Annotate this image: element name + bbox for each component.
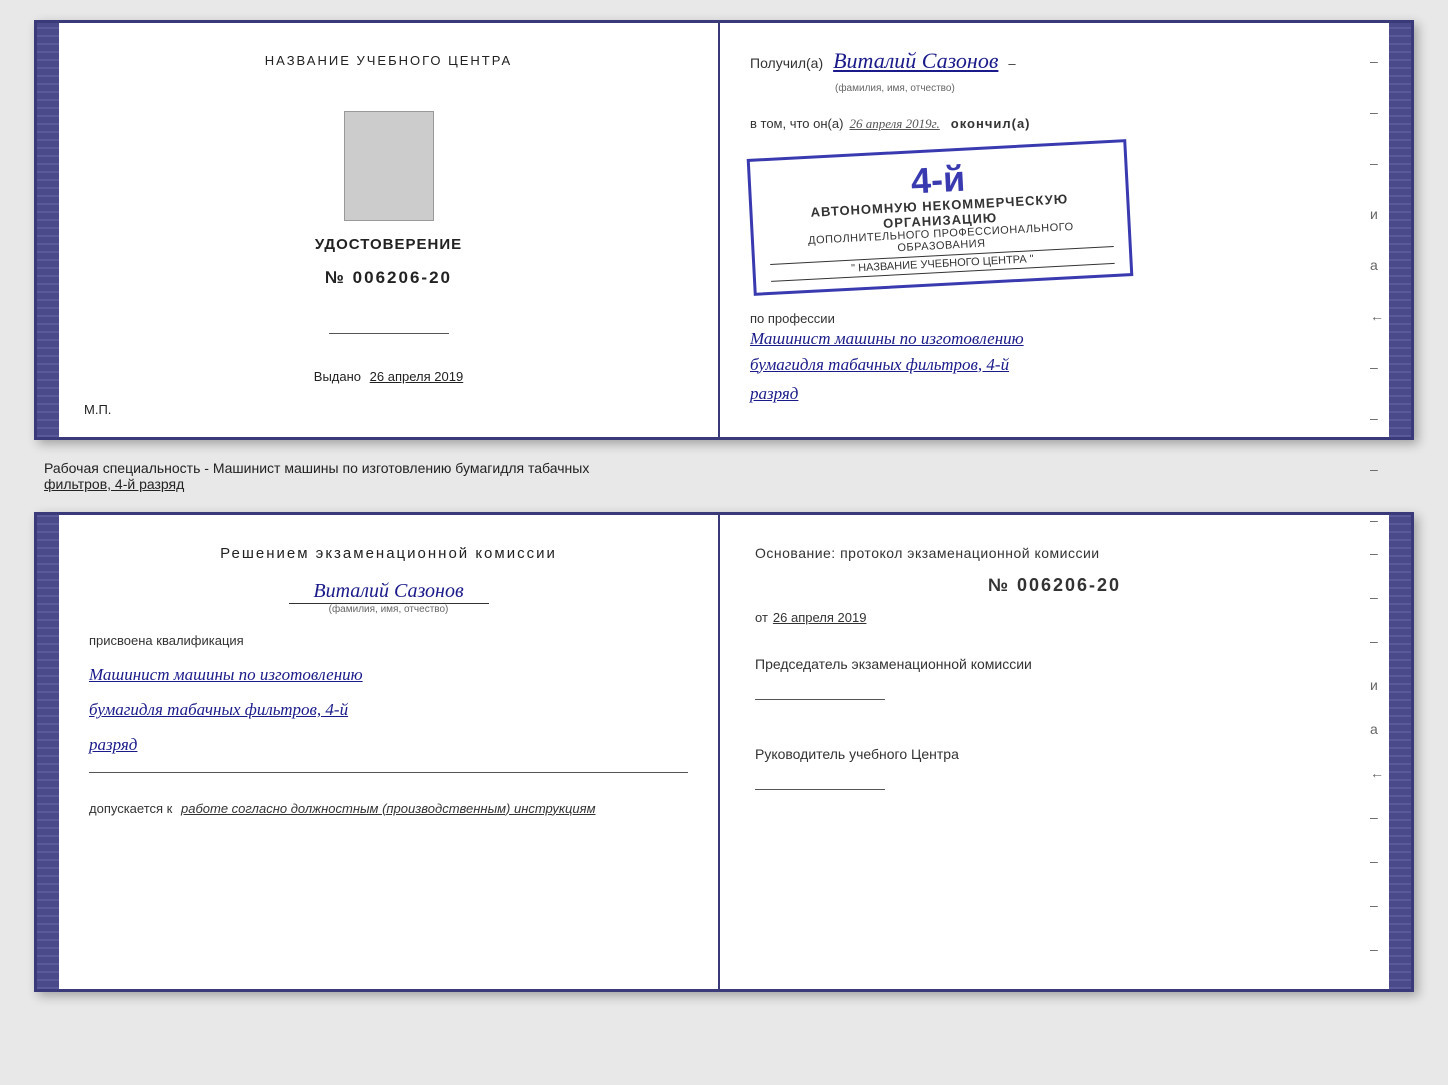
- spine-bottom-left: [37, 515, 59, 989]
- admitted-text: работе согласно должностным (производств…: [181, 801, 596, 816]
- qual-line1: Машинист машины по изготовлению: [89, 661, 688, 688]
- right-dashes: –––иа←––––: [1370, 53, 1384, 528]
- bottom-number: № 006206-20: [755, 575, 1354, 596]
- assigned-label: присвоена квалификация: [89, 633, 688, 648]
- director-block: Руководитель учебного Центра: [755, 744, 1354, 795]
- from-line: от 26 апреля 2019: [755, 610, 1354, 625]
- finished-label: окончил(а): [951, 116, 1031, 131]
- bottom-left-page: Решением экзаменационной комиссии Витали…: [59, 515, 720, 989]
- label-section: Рабочая специальность - Машинист машины …: [34, 455, 1414, 497]
- photo-placeholder: [344, 111, 434, 221]
- in-that-prefix: в том, что он(а): [750, 116, 843, 131]
- director-sig-line: [755, 765, 885, 790]
- from-prefix: от: [755, 610, 768, 625]
- top-document: НАЗВАНИЕ УЧЕБНОГО ЦЕНТРА УДОСТОВЕРЕНИЕ №…: [34, 20, 1414, 440]
- profession-label: по профессии: [750, 311, 1359, 326]
- bottom-document: Решением экзаменационной комиссии Витали…: [34, 512, 1414, 992]
- admitted-prefix: допускается к: [89, 801, 172, 816]
- from-date: 26 апреля 2019: [773, 610, 867, 625]
- profession-text2: бумагидля табачных фильтров, 4-й: [750, 352, 1359, 378]
- profession-text1: Машинист машины по изготовлению: [750, 326, 1359, 352]
- label-underline: фильтров, 4-й разряд: [44, 476, 184, 492]
- chairman-block: Председатель экзаменационной комиссии: [755, 654, 1354, 705]
- issued-line: Выдано 26 апреля 2019: [314, 369, 463, 384]
- in-that-line: в том, что он(а) 26 апреля 2019г. окончи…: [750, 116, 1359, 132]
- received-line: Получил(а) Виталий Сазонов –: [750, 48, 1359, 74]
- director-label: Руководитель учебного Центра: [755, 744, 1354, 765]
- spine-bottom-right: [1389, 515, 1411, 989]
- bottom-name-hint: (фамилия, имя, отчество): [89, 604, 688, 615]
- top-right-page: Получил(а) Виталий Сазонов – (фамилия, и…: [720, 23, 1389, 437]
- in-that-date: 26 апреля 2019г.: [849, 116, 939, 132]
- issued-label: Выдано: [314, 369, 361, 384]
- recipient-name: Виталий Сазонов: [833, 48, 998, 74]
- spine-left: [37, 23, 59, 437]
- name-block: Виталий Сазонов (фамилия, имя, отчество): [89, 580, 688, 615]
- profession-text3: разряд: [750, 381, 1359, 407]
- cert-label: УДОСТОВЕРЕНИЕ: [315, 236, 462, 253]
- training-center-title: НАЗВАНИЕ УЧЕБНОГО ЦЕНТРА: [265, 53, 512, 68]
- name-hint-top: (фамилия, имя, отчество): [835, 83, 955, 94]
- received-label: Получил(а): [750, 55, 823, 71]
- mp-label: М.П.: [84, 402, 111, 417]
- cert-number: № 006206-20: [325, 268, 452, 288]
- issued-date: 26 апреля 2019: [370, 369, 464, 384]
- label-prefix: Рабочая специальность - Машинист машины …: [44, 460, 589, 476]
- right-dashes-bottom: –––иа←––––: [1370, 545, 1384, 957]
- chairman-sig-line: [755, 675, 885, 700]
- spine-right: [1389, 23, 1411, 437]
- admitted-line: допускается к работе согласно должностны…: [89, 801, 688, 816]
- qual-line3: разряд: [89, 731, 688, 758]
- qual-line2: бумагидля табачных фильтров, 4-й: [89, 696, 688, 723]
- decision-title: Решением экзаменационной комиссии: [89, 545, 688, 562]
- stamp: 4-й АВТОНОМНУЮ НЕКОММЕРЧЕСКУЮ ОРГАНИЗАЦИ…: [747, 139, 1134, 296]
- bottom-right-page: Основание: протокол экзаменационной коми…: [720, 515, 1389, 989]
- chairman-label: Председатель экзаменационной комиссии: [755, 654, 1354, 675]
- left-page-center: УДОСТОВЕРЕНИЕ № 006206-20 Выдано 26 апре…: [314, 88, 463, 407]
- bottom-name: Виталий Сазонов: [289, 580, 489, 604]
- top-left-page: НАЗВАНИЕ УЧЕБНОГО ЦЕНТРА УДОСТОВЕРЕНИЕ №…: [59, 23, 720, 437]
- basis-line: Основание: протокол экзаменационной коми…: [755, 545, 1354, 561]
- label-text: Рабочая специальность - Машинист машины …: [44, 460, 1404, 492]
